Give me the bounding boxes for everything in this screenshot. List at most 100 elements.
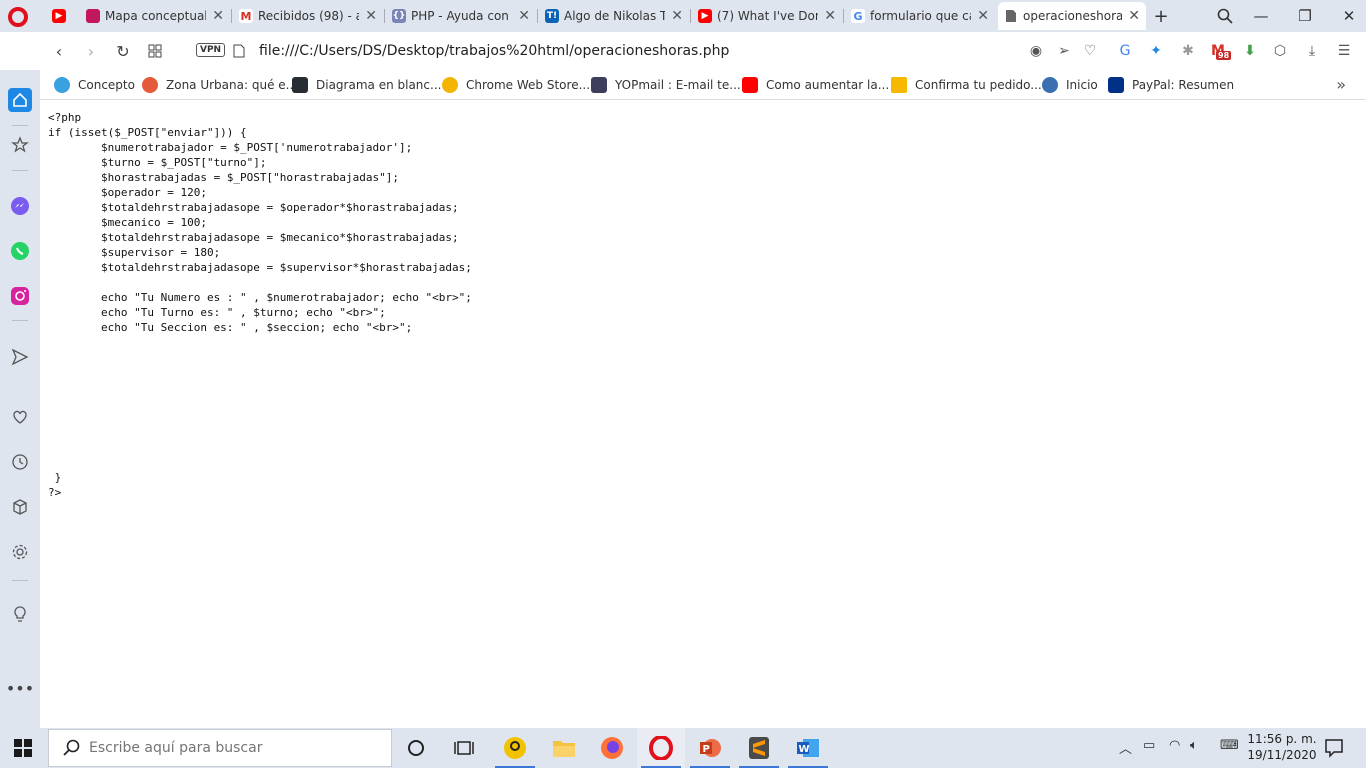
- tab-operacioneshoras[interactable]: operacioneshoras. ✕: [998, 2, 1146, 30]
- tab-youtube-pinned[interactable]: ▶: [46, 2, 76, 30]
- tab-php-ayuda[interactable]: {} PHP - Ayuda con e ✕: [386, 2, 536, 30]
- opera-logo-icon[interactable]: [8, 7, 28, 27]
- bookmark-yopmail[interactable]: YOPmail : E-mail te...: [591, 76, 741, 94]
- settings-gear-icon[interactable]: [8, 540, 32, 564]
- bookmark-paypal[interactable]: PayPal: Resumen: [1108, 76, 1234, 94]
- wifi-icon[interactable]: ◠: [1169, 738, 1180, 753]
- file-explorer-icon[interactable]: [540, 728, 588, 768]
- gmail-icon: M: [239, 9, 253, 23]
- bookmarks-more-icon[interactable]: »: [1336, 75, 1346, 94]
- close-icon[interactable]: ✕: [824, 8, 836, 24]
- windows-taskbar: P W ︿ ▭ ◠ 🔈︎ ⌨︎ 11:56 p. m. 19/11/2020: [0, 728, 1366, 768]
- windows-start-icon[interactable]: [14, 739, 32, 757]
- home-icon[interactable]: [8, 88, 32, 112]
- close-icon[interactable]: ✕: [365, 8, 377, 24]
- search-tabs-icon[interactable]: [1214, 5, 1236, 27]
- close-icon[interactable]: ✕: [671, 8, 683, 24]
- vpn-badge[interactable]: VPN: [196, 43, 226, 57]
- speed-dial-icon[interactable]: [144, 40, 166, 62]
- close-icon[interactable]: ✕: [212, 8, 224, 24]
- restore-button[interactable]: ❐: [1294, 5, 1316, 27]
- bookmark-zona-urbana[interactable]: Zona Urbana: qué e...: [142, 76, 297, 94]
- my-flow-icon[interactable]: [8, 345, 32, 369]
- firefox-icon[interactable]: [588, 728, 636, 768]
- tab-what-ive-done[interactable]: ▶ (7) What I've Done ✕: [692, 2, 842, 30]
- tab-label: PHP - Ayuda con e: [411, 9, 513, 23]
- bookmark-inicio[interactable]: Inicio: [1042, 76, 1098, 94]
- lucid-icon: [292, 77, 308, 93]
- tab-formulario[interactable]: G formulario que cal ✕: [845, 2, 995, 30]
- send-icon[interactable]: ➢: [1054, 41, 1074, 61]
- bookmark-diagrama[interactable]: Diagrama en blanc...: [292, 76, 441, 94]
- task-view-icon[interactable]: [440, 728, 488, 768]
- tab-label: Algo de Nikolas Te: [564, 9, 666, 23]
- extension-icon[interactable]: ✦: [1146, 41, 1166, 61]
- keyboard-icon[interactable]: ⌨︎: [1220, 738, 1239, 753]
- bookmarks-star-icon[interactable]: [8, 133, 32, 157]
- bookmark-label: Concepto: [78, 78, 135, 92]
- bookmark-confirma-pedido[interactable]: Confirma tu pedido...: [891, 76, 1042, 94]
- reload-button[interactable]: ↻: [112, 40, 134, 62]
- gmail-badge: 98: [1216, 51, 1232, 60]
- close-icon[interactable]: ✕: [977, 8, 989, 24]
- tab-mapa-conceptual[interactable]: Mapa conceptual: ✕: [80, 2, 230, 30]
- trello-icon: T!: [545, 9, 559, 23]
- bookmark-label: YOPmail : E-mail te...: [615, 78, 741, 92]
- whatsapp-icon[interactable]: [8, 239, 32, 263]
- tab-label: (7) What I've Done: [717, 9, 818, 23]
- easy-setup-icon[interactable]: ☰: [1334, 41, 1354, 61]
- personal-news-heart-icon[interactable]: [8, 405, 32, 429]
- battery-icon[interactable]: ▭: [1143, 738, 1155, 753]
- powerpoint-icon[interactable]: P: [686, 728, 734, 768]
- more-options-icon[interactable]: •••: [6, 676, 34, 700]
- bookmark-como-aumentar[interactable]: Como aumentar la...: [742, 76, 889, 94]
- youtube-icon: ▶: [52, 9, 66, 23]
- gmail-checker-icon[interactable]: M 98: [1208, 41, 1232, 61]
- bookmark-chrome-store[interactable]: Chrome Web Store...: [442, 76, 590, 94]
- taskbar-clock[interactable]: 11:56 p. m. 19/11/2020: [1247, 731, 1317, 763]
- history-clock-icon[interactable]: [8, 450, 32, 474]
- youtube-icon: [742, 77, 758, 93]
- page-info-icon[interactable]: [228, 40, 250, 62]
- show-hidden-icons-chevron-icon[interactable]: ︿: [1119, 738, 1132, 757]
- tips-lightbulb-icon[interactable]: [8, 602, 32, 626]
- close-icon[interactable]: ✕: [1128, 8, 1140, 24]
- inicio-icon: [1042, 77, 1058, 93]
- extension-puzzle-icon[interactable]: ✱: [1178, 41, 1198, 61]
- box-icon[interactable]: ⬡: [1270, 41, 1290, 61]
- minimize-button[interactable]: —: [1250, 5, 1272, 27]
- back-button[interactable]: ‹: [48, 40, 70, 62]
- chrome-store-icon: [442, 77, 458, 93]
- google-icon: G: [851, 9, 865, 23]
- forward-button[interactable]: ›: [80, 40, 102, 62]
- sublime-text-icon[interactable]: [735, 728, 783, 768]
- app-pinned-yellow-icon[interactable]: [491, 728, 539, 768]
- word-icon[interactable]: W: [784, 728, 832, 768]
- heart-icon[interactable]: ♡: [1080, 41, 1100, 61]
- notification-center-icon[interactable]: [1324, 738, 1344, 758]
- tab-label: formulario que cal: [870, 9, 972, 23]
- url-field[interactable]: file:///C:/Users/DS/Desktop/trabajos%20h…: [259, 43, 729, 59]
- tab-label: operacioneshoras.: [1023, 9, 1123, 23]
- translate-icon[interactable]: G: [1115, 41, 1135, 61]
- close-icon[interactable]: ✕: [518, 8, 530, 24]
- download-helper-icon[interactable]: ⬇: [1240, 41, 1260, 61]
- tab-recibidos[interactable]: M Recibidos (98) - a1 ✕: [233, 2, 383, 30]
- tab-nikolas[interactable]: T! Algo de Nikolas Te ✕: [539, 2, 689, 30]
- bookmark-label: PayPal: Resumen: [1132, 78, 1235, 92]
- taskbar-search-box[interactable]: [48, 729, 392, 767]
- close-window-button[interactable]: ✕: [1338, 5, 1360, 27]
- opera-taskbar-icon[interactable]: [637, 728, 685, 768]
- bookmark-concepto[interactable]: Concepto: [54, 76, 135, 94]
- messenger-icon[interactable]: [8, 194, 32, 218]
- taskbar-search-input[interactable]: [89, 740, 369, 756]
- camera-icon[interactable]: ◉: [1026, 41, 1046, 61]
- cortana-icon[interactable]: [392, 728, 440, 768]
- extensions-cube-icon[interactable]: [8, 495, 32, 519]
- bookmark-label: Chrome Web Store...: [466, 78, 591, 92]
- instagram-icon[interactable]: [8, 284, 32, 308]
- volume-icon[interactable]: 🔈︎: [1190, 738, 1198, 753]
- new-tab-button[interactable]: +: [1150, 5, 1172, 27]
- downloads-icon[interactable]: ⤓: [1302, 41, 1322, 61]
- bookmark-label: Inicio: [1066, 78, 1098, 92]
